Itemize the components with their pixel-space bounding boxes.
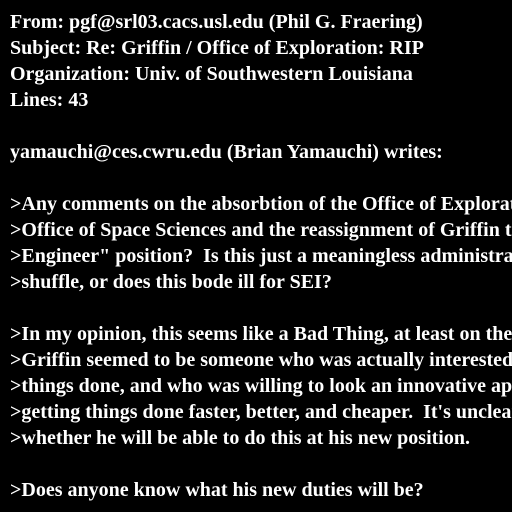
- attribution-line: yamauchi@ces.cwru.edu (Brian Yamauchi) w…: [10, 141, 443, 163]
- header-organization: Organization: Univ. of Southwestern Loui…: [10, 63, 413, 85]
- quoted-line: >Office of Space Sciences and the reassi…: [10, 219, 512, 241]
- header-subject: Subject: Re: Griffin / Office of Explora…: [10, 37, 424, 59]
- quoted-line: >Engineer" position? Is this just a mean…: [10, 245, 512, 267]
- quoted-line: >Does anyone know what his new duties wi…: [10, 479, 424, 501]
- quoted-line: >whether he will be able to do this at h…: [10, 427, 470, 449]
- quoted-line: >Any comments on the absorbtion of the O…: [10, 193, 512, 215]
- quoted-line: >getting things done faster, better, and…: [10, 401, 512, 423]
- header-lines: Lines: 43: [10, 89, 89, 111]
- quoted-line: >things done, and who was willing to loo…: [10, 375, 512, 397]
- quoted-line: >In my opinion, this seems like a Bad Th…: [10, 323, 512, 345]
- message-document: From: pgf@srl03.cacs.usl.edu (Phil G. Fr…: [0, 0, 512, 512]
- quoted-line: >Griffin seemed to be someone who was ac…: [10, 349, 512, 371]
- header-from: From: pgf@srl03.cacs.usl.edu (Phil G. Fr…: [10, 11, 423, 33]
- quoted-line: >shuffle, or does this bode ill for SEI?: [10, 271, 332, 293]
